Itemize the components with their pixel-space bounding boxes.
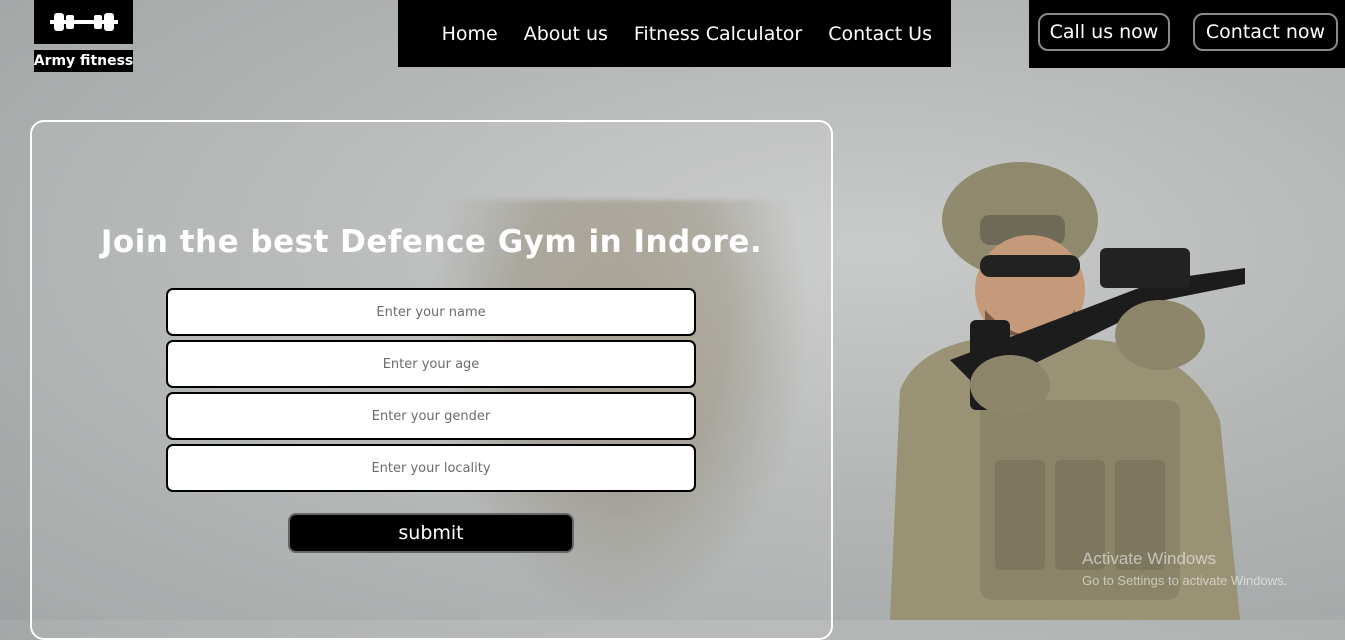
submit-button[interactable]: submit [288,513,574,553]
call-us-now-button[interactable]: Call us now [1038,13,1170,51]
nav-contact-us[interactable]: Contact Us [828,23,932,45]
dumbbell-icon [49,13,118,31]
logo[interactable] [34,0,133,44]
nav-about-us[interactable]: About us [524,23,608,45]
watermark-subtitle: Go to Settings to activate Windows. [1082,573,1288,588]
nav-fitness-calculator[interactable]: Fitness Calculator [634,23,802,45]
contact-now-button[interactable]: Contact now [1193,13,1338,51]
gender-input[interactable] [166,392,696,440]
main-nav: Home About us Fitness Calculator Contact… [398,0,951,67]
nav-home[interactable]: Home [442,23,498,45]
activate-windows-watermark: Activate Windows Go to Settings to activ… [1082,548,1287,592]
brand-name: Army fitness [34,50,133,72]
locality-input[interactable] [166,444,696,492]
hero-headline: Join the best Defence Gym in Indore. [100,224,763,260]
name-input[interactable] [166,288,696,336]
watermark-title: Activate Windows [1082,549,1217,568]
age-input[interactable] [166,340,696,388]
